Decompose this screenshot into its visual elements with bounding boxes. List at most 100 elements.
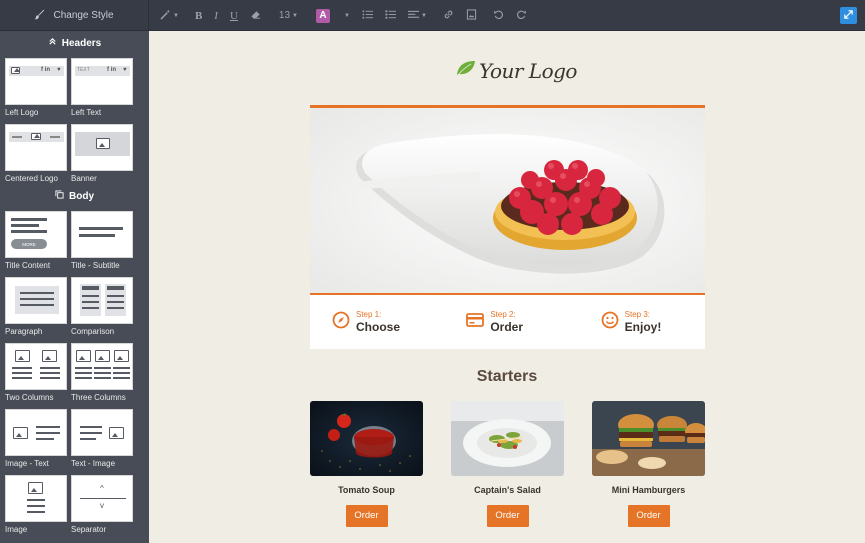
undo-button[interactable] bbox=[493, 6, 504, 26]
step-title: Order bbox=[490, 320, 524, 334]
social-icons: f in bbox=[107, 67, 116, 73]
compass-icon bbox=[332, 311, 350, 334]
section-title[interactable]: Starters bbox=[149, 368, 865, 386]
thumb-line bbox=[80, 426, 102, 428]
block-two-columns[interactable]: Two Columns bbox=[5, 343, 67, 409]
product-image[interactable] bbox=[592, 401, 705, 476]
step-label: Step 2: bbox=[490, 310, 516, 319]
leaf-icon bbox=[456, 58, 476, 83]
product-name: Mini Hamburgers bbox=[611, 485, 686, 495]
image-icon bbox=[95, 350, 110, 362]
redo-icon bbox=[516, 9, 527, 23]
block-label: Image - Text bbox=[5, 459, 49, 468]
block-left-text[interactable]: TEXT f in ♥ Left Text bbox=[71, 58, 133, 124]
text-color-button[interactable]: A bbox=[316, 6, 330, 26]
block-thumbnail bbox=[71, 409, 133, 456]
thumb-more-pill: MORE bbox=[11, 239, 47, 249]
thumb-line bbox=[79, 227, 123, 230]
step-1[interactable]: Step 1: Choose bbox=[310, 295, 436, 349]
blocks-sidebar: Headers f in ♥ Left Logo TEXT f in ♥ Lef… bbox=[0, 31, 149, 543]
hero-card[interactable]: Step 1: Choose Step 2: Order Step 3: Enj… bbox=[310, 105, 705, 349]
magic-wand-dropdown[interactable]: ▼ bbox=[160, 6, 179, 26]
image-icon bbox=[114, 350, 129, 362]
thumb-line bbox=[50, 136, 60, 138]
steps-row: Step 1: Choose Step 2: Order Step 3: Enj… bbox=[310, 295, 705, 349]
thumb-line bbox=[94, 367, 111, 369]
step-title: Choose bbox=[356, 320, 401, 334]
bold-button[interactable]: B bbox=[195, 6, 202, 26]
step-3[interactable]: Step 3: Enjoy! bbox=[571, 295, 705, 349]
step-label: Step 1: bbox=[356, 310, 382, 319]
image-icon bbox=[15, 350, 30, 362]
thumb-line bbox=[107, 307, 124, 309]
redo-button[interactable] bbox=[516, 6, 527, 26]
block-image[interactable]: Image bbox=[5, 475, 67, 541]
thumb-line bbox=[82, 301, 99, 303]
bullet-list-button[interactable] bbox=[362, 6, 373, 26]
order-button[interactable]: Order bbox=[345, 505, 388, 527]
headers-section-header[interactable]: Headers bbox=[0, 32, 149, 54]
block-banner[interactable]: Banner bbox=[71, 124, 133, 190]
italic-button[interactable]: I bbox=[214, 6, 218, 26]
link-button[interactable] bbox=[443, 6, 454, 26]
image-icon bbox=[466, 8, 477, 23]
block-text-image[interactable]: Text - Image bbox=[71, 409, 133, 475]
block-centered-logo[interactable]: Centered Logo bbox=[5, 124, 67, 190]
text-color-dropdown[interactable]: ▼ bbox=[342, 6, 350, 26]
logo[interactable]: Your Logo bbox=[456, 58, 577, 83]
thumb-line bbox=[27, 511, 45, 513]
block-label: Title Content bbox=[5, 261, 51, 270]
thumb-box bbox=[15, 286, 59, 314]
undo-icon bbox=[493, 9, 504, 23]
step-1-text: Step 1: Choose bbox=[356, 310, 400, 334]
block-separator[interactable]: ^ v Separator bbox=[71, 475, 133, 541]
logo-text: Your Logo bbox=[479, 58, 577, 83]
image-icon bbox=[28, 482, 43, 494]
block-image-text[interactable]: Image - Text bbox=[5, 409, 67, 475]
block-label: Paragraph bbox=[5, 327, 43, 336]
product-image[interactable] bbox=[310, 401, 423, 476]
block-title-content[interactable]: MORE Title Content bbox=[5, 211, 67, 277]
product-image[interactable] bbox=[451, 401, 564, 476]
thumb-line bbox=[40, 367, 60, 369]
thumb-line bbox=[107, 301, 124, 303]
block-three-columns[interactable]: Three Columns bbox=[71, 343, 133, 409]
fullscreen-button[interactable] bbox=[840, 7, 857, 24]
thumb-line bbox=[75, 372, 92, 374]
thumb-line bbox=[113, 372, 130, 374]
thumb-line bbox=[40, 377, 60, 379]
block-thumbnail: f in ♥ bbox=[5, 58, 67, 105]
block-paragraph[interactable]: Paragraph bbox=[5, 277, 67, 343]
block-thumbnail bbox=[5, 409, 67, 456]
block-left-logo[interactable]: f in ♥ Left Logo bbox=[5, 58, 67, 124]
step-2[interactable]: Step 2: Order bbox=[436, 295, 570, 349]
block-comparison[interactable]: Comparison bbox=[71, 277, 133, 343]
block-title-subtitle[interactable]: Title - Subtitle bbox=[71, 211, 133, 277]
twitter-icon: ♥ bbox=[57, 67, 61, 73]
thumb-line bbox=[12, 367, 32, 369]
font-size-dropdown[interactable]: 13 ▼ bbox=[279, 6, 298, 26]
thumb-line bbox=[12, 372, 32, 374]
chevron-up-icon bbox=[48, 37, 57, 49]
block-thumbnail bbox=[71, 277, 133, 324]
insert-image-button[interactable] bbox=[466, 6, 477, 26]
step-label: Step 3: bbox=[624, 310, 651, 319]
twitter-icon: ♥ bbox=[123, 67, 127, 73]
link-icon bbox=[443, 9, 454, 23]
eraser-button[interactable] bbox=[250, 6, 261, 26]
change-style-button[interactable]: Change Style bbox=[0, 0, 149, 31]
align-dropdown[interactable]: ▼ bbox=[407, 6, 427, 26]
numbered-list-button[interactable] bbox=[385, 6, 396, 26]
hero-image[interactable] bbox=[310, 108, 705, 293]
order-button[interactable]: Order bbox=[486, 505, 529, 527]
body-section-title: Body bbox=[69, 190, 94, 202]
thumb-line bbox=[11, 218, 47, 221]
block-thumbnail bbox=[5, 475, 67, 522]
thumb-line bbox=[75, 367, 92, 369]
thumb-line bbox=[82, 286, 99, 290]
order-button[interactable]: Order bbox=[627, 505, 670, 527]
underline-button[interactable]: U bbox=[230, 6, 238, 26]
thumb-line bbox=[107, 295, 124, 297]
thumb-line bbox=[79, 234, 115, 237]
formatting-tools: ▼ B I U 13 ▼ A ▼ ▼ bbox=[160, 0, 539, 31]
